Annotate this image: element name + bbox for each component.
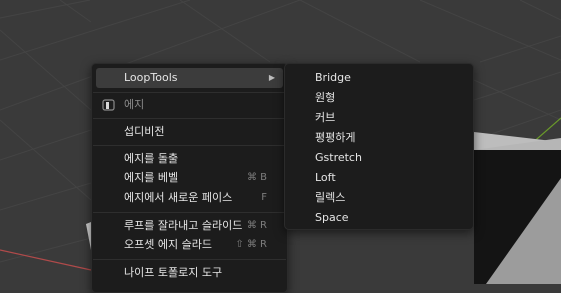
looptools-bridge[interactable]: Bridge (289, 67, 469, 87)
new-face-from-edges-menu-item[interactable]: 에지에서 새로운 페이스 F (96, 188, 283, 208)
relax-label: 릴렉스 (315, 191, 346, 204)
looptools-space[interactable]: Space (289, 207, 469, 227)
looptools-submenu: Bridge 원형 커브 평평하게 Gstretch Loft 릴렉스 Spac… (284, 63, 474, 230)
looptools-flatten[interactable]: 평평하게 (289, 127, 469, 147)
new-face-shortcut: F (261, 192, 267, 203)
looptools-gstretch[interactable]: Gstretch (289, 147, 469, 167)
subdivide-label: 섭디비전 (124, 125, 165, 138)
menu-separator (93, 118, 286, 119)
looptools-loft[interactable]: Loft (289, 167, 469, 187)
gstretch-label: Gstretch (315, 150, 362, 164)
bevel-shortcut: ⌘ B (246, 172, 267, 183)
menu-separator (93, 92, 286, 93)
bridge-label: Bridge (315, 70, 351, 84)
menu-separator (93, 259, 286, 260)
submenu-arrow-icon: ▶ (268, 73, 275, 82)
circle-label: 원형 (315, 91, 336, 104)
looptools-curve[interactable]: 커브 (289, 107, 469, 127)
offset-edge-label: 오프셋 에지 슬라드 (124, 238, 212, 251)
flatten-label: 평평하게 (315, 131, 356, 144)
space-label: Space (315, 210, 349, 224)
looptools-menu-item[interactable]: LoopTools ▶ (96, 68, 283, 88)
looptools-circle[interactable]: 원형 (289, 87, 469, 107)
edge-section-title: 에지 (96, 95, 283, 115)
offset-edge-slide-menu-item[interactable]: 오프셋 에지 슬라드 ⇧ ⌘ R (96, 235, 283, 255)
loop-cut-slide-menu-item[interactable]: 루프를 잘라내고 슬라이드 ⌘ R (96, 216, 283, 236)
subdivide-menu-item[interactable]: 섭디비전 (96, 122, 283, 142)
edge-context-menu: LoopTools ▶ 에지 섭디비전 에지를 돌출 에지를 베벨 ⌘ B 에지… (91, 63, 288, 293)
edge-section-label: 에지 (124, 98, 145, 111)
loop-cut-shortcut: ⌘ R (246, 220, 267, 231)
loop-cut-label: 루프를 잘라내고 슬라이드 (124, 219, 243, 232)
curve-label: 커브 (315, 111, 336, 124)
menu-separator (93, 212, 286, 213)
bevel-edges-menu-item[interactable]: 에지를 베벨 ⌘ B (96, 168, 283, 188)
knife-topology-label: 나이프 토폴로지 도구 (124, 266, 223, 279)
knife-topology-menu-item[interactable]: 나이프 토폴로지 도구 (96, 263, 283, 283)
loft-label: Loft (315, 170, 336, 184)
edge-select-icon (102, 99, 115, 111)
bevel-edges-label: 에지를 베벨 (124, 171, 179, 184)
new-face-label: 에지에서 새로운 페이스 (124, 191, 233, 204)
offset-shortcut: ⇧ ⌘ R (235, 239, 267, 250)
looptools-relax[interactable]: 릴렉스 (289, 187, 469, 207)
extrude-edges-menu-item[interactable]: 에지를 돌출 (96, 149, 283, 169)
menu-separator (93, 145, 286, 146)
extrude-edges-label: 에지를 돌출 (124, 152, 179, 165)
looptools-label: LoopTools (124, 71, 178, 84)
